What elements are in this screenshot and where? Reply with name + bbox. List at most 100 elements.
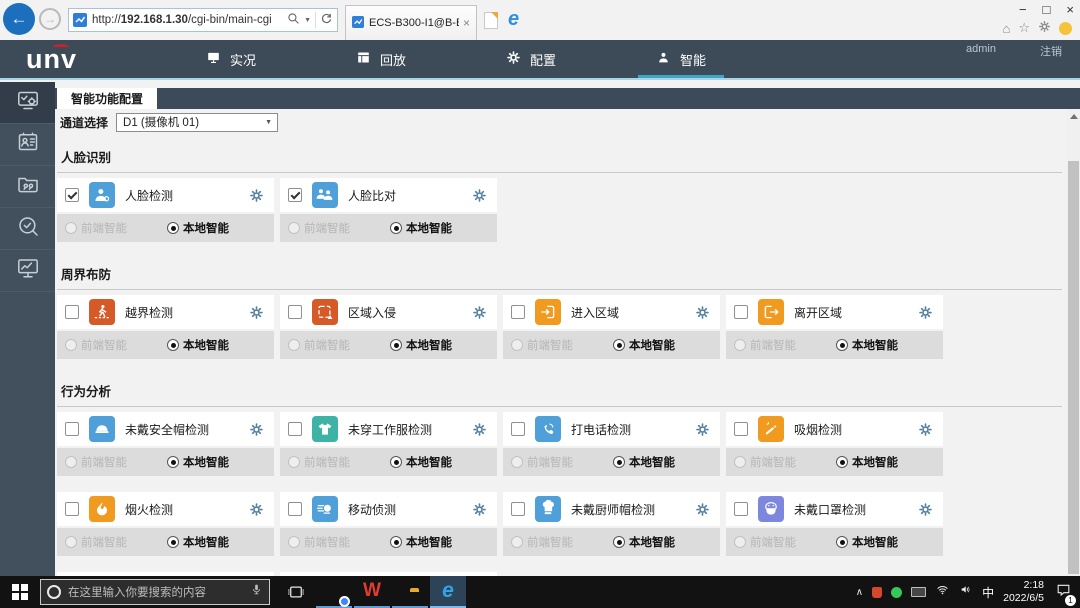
window-close-button[interactable]: × bbox=[1066, 2, 1074, 17]
nav-item-playback[interactable]: 回放 bbox=[330, 40, 432, 78]
ie-suggested-icon[interactable]: e bbox=[508, 8, 519, 31]
settings-gear-icon[interactable] bbox=[472, 422, 487, 437]
enable-checkbox[interactable] bbox=[511, 502, 525, 516]
antivirus-tray-icon[interactable] bbox=[872, 586, 883, 598]
local-intelligence-radio[interactable] bbox=[167, 456, 179, 468]
local-intelligence-radio[interactable] bbox=[390, 339, 402, 351]
messenger-tray-icon[interactable] bbox=[891, 586, 903, 598]
local-intelligence-radio[interactable] bbox=[836, 536, 848, 548]
taskbar-app-chrome[interactable] bbox=[316, 576, 352, 608]
enable-checkbox[interactable] bbox=[288, 422, 302, 436]
address-bar[interactable]: http://192.168.1.30/cgi-bin/main-cgi ▼ bbox=[68, 8, 338, 32]
local-intelligence-radio[interactable] bbox=[836, 456, 848, 468]
action-center-icon[interactable]: 1 bbox=[1055, 582, 1076, 606]
window-maximize-button[interactable]: □ bbox=[1043, 2, 1051, 17]
enable-checkbox[interactable] bbox=[288, 305, 302, 319]
favorites-star-icon[interactable]: ☆ bbox=[1018, 20, 1030, 36]
settings-gear-icon[interactable] bbox=[249, 502, 264, 517]
start-button[interactable] bbox=[0, 576, 40, 608]
enable-checkbox[interactable] bbox=[288, 188, 302, 202]
sidebar-item-smart-function-config[interactable] bbox=[0, 82, 55, 124]
enable-checkbox[interactable] bbox=[511, 305, 525, 319]
wifi-icon[interactable] bbox=[935, 583, 950, 601]
taskbar-app-explorer[interactable] bbox=[392, 576, 428, 608]
refresh-icon[interactable] bbox=[320, 12, 333, 28]
local-intelligence-label: 本地智能 bbox=[183, 457, 229, 469]
tab-smart-function-config[interactable]: 智能功能配置 bbox=[57, 88, 158, 109]
feedback-smiley-icon[interactable] bbox=[1059, 21, 1072, 35]
settings-gear-icon[interactable] bbox=[918, 502, 933, 517]
browser-forward-button[interactable]: → bbox=[39, 8, 61, 30]
local-intelligence-radio[interactable] bbox=[167, 222, 179, 234]
enable-checkbox[interactable] bbox=[65, 188, 79, 202]
local-intelligence-radio[interactable] bbox=[613, 456, 625, 468]
nav-item-label: 实况 bbox=[230, 52, 257, 68]
enable-checkbox[interactable] bbox=[65, 422, 79, 436]
settings-gear-icon[interactable] bbox=[695, 422, 710, 437]
settings-gear-icon[interactable] bbox=[695, 305, 710, 320]
enable-checkbox[interactable] bbox=[288, 502, 302, 516]
local-intelligence-radio[interactable] bbox=[836, 339, 848, 351]
clock[interactable]: 2:18 2022/6/5 bbox=[1003, 579, 1044, 605]
settings-gear-icon[interactable] bbox=[1038, 20, 1051, 36]
scrollbar-thumb[interactable] bbox=[1068, 161, 1079, 574]
function-card: 人脸比对 前端智能 本地智能 bbox=[280, 178, 497, 242]
front-intelligence-radio bbox=[65, 339, 77, 351]
sidebar-item-smart-search[interactable] bbox=[0, 208, 55, 250]
nav-item-live[interactable]: 实况 bbox=[180, 40, 282, 78]
browser-back-button[interactable]: ← bbox=[3, 3, 35, 35]
local-intelligence-radio[interactable] bbox=[167, 536, 179, 548]
taskbar-app-wps[interactable]: W bbox=[354, 576, 390, 608]
scroll-up-arrow[interactable] bbox=[1067, 109, 1080, 123]
settings-gear-icon[interactable] bbox=[249, 188, 264, 203]
channel-select[interactable]: D1 (摄像机 01) ▼ bbox=[116, 112, 279, 132]
leave-area-icon bbox=[758, 299, 784, 325]
enable-checkbox[interactable] bbox=[734, 305, 748, 319]
local-intelligence-option: 本地智能 bbox=[167, 534, 229, 550]
enable-checkbox[interactable] bbox=[734, 422, 748, 436]
sidebar-item-picture-library[interactable] bbox=[0, 166, 55, 208]
settings-gear-icon[interactable] bbox=[695, 502, 710, 517]
local-intelligence-radio[interactable] bbox=[390, 456, 402, 468]
enable-checkbox[interactable] bbox=[65, 305, 79, 319]
enable-checkbox[interactable] bbox=[734, 502, 748, 516]
local-intelligence-radio[interactable] bbox=[613, 339, 625, 351]
settings-gear-icon[interactable] bbox=[918, 422, 933, 437]
touch-keyboard-icon[interactable] bbox=[911, 587, 927, 597]
vertical-scrollbar[interactable] bbox=[1067, 109, 1080, 576]
settings-gear-icon[interactable] bbox=[472, 305, 487, 320]
settings-gear-icon[interactable] bbox=[472, 188, 487, 203]
nav-item-config[interactable]: 配置 bbox=[480, 40, 582, 78]
tab-close-icon[interactable]: × bbox=[463, 16, 470, 30]
local-intelligence-radio[interactable] bbox=[390, 536, 402, 548]
enable-checkbox[interactable] bbox=[511, 422, 525, 436]
taskbar-search-input[interactable]: 在这里输入你要搜索的内容 bbox=[40, 579, 270, 605]
microphone-icon[interactable] bbox=[250, 582, 263, 602]
task-view-icon[interactable] bbox=[278, 576, 314, 608]
sidebar-item-face-list[interactable] bbox=[0, 124, 55, 166]
taskbar-app-ie[interactable]: e bbox=[430, 576, 466, 608]
settings-gear-icon[interactable] bbox=[249, 305, 264, 320]
tab-strip: 智能功能配置 bbox=[55, 88, 1080, 109]
front-intelligence-option: 前端智能 bbox=[288, 454, 350, 470]
new-tab-button[interactable] bbox=[484, 12, 498, 29]
window-minimize-button[interactable]: − bbox=[1019, 2, 1027, 17]
speaker-icon[interactable] bbox=[959, 583, 973, 601]
ime-indicator[interactable]: 中 bbox=[982, 584, 994, 601]
settings-gear-icon[interactable] bbox=[918, 305, 933, 320]
nav-item-smart[interactable]: 智能 bbox=[630, 40, 732, 78]
browser-tab[interactable]: ECS-B300-I1@B-B-HD × bbox=[345, 5, 477, 40]
autocomplete-caret-icon[interactable]: ▼ bbox=[304, 17, 311, 24]
settings-gear-icon[interactable] bbox=[472, 502, 487, 517]
settings-gear-icon[interactable] bbox=[249, 422, 264, 437]
hidden-icons-chevron[interactable]: ∧ bbox=[856, 587, 863, 598]
enable-checkbox[interactable] bbox=[65, 502, 79, 516]
local-intelligence-radio[interactable] bbox=[390, 222, 402, 234]
home-icon[interactable]: ⌂ bbox=[1002, 21, 1010, 36]
logout-link[interactable]: 注销 bbox=[1040, 43, 1062, 59]
local-intelligence-radio[interactable] bbox=[613, 536, 625, 548]
local-intelligence-radio[interactable] bbox=[167, 339, 179, 351]
sidebar-item-smart-report[interactable] bbox=[0, 250, 55, 292]
function-card: 未戴安全帽检测 前端智能 本地智能 bbox=[57, 412, 274, 476]
search-icon[interactable] bbox=[287, 12, 300, 28]
